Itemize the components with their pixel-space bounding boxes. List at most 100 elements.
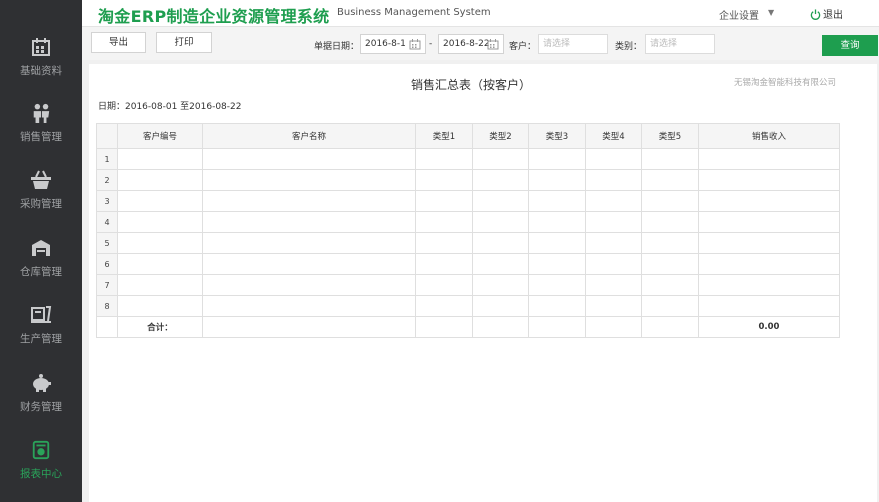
table-cell[interactable]	[641, 190, 699, 212]
table-cell[interactable]	[117, 232, 203, 254]
table-row[interactable]: 2	[96, 169, 840, 191]
company-name: 无锡淘金智能科技有限公司	[734, 78, 837, 88]
sidebar-item-basic-data[interactable]: 基础资料	[0, 37, 82, 97]
table-cell[interactable]	[117, 211, 203, 233]
table-cell[interactable]	[202, 190, 416, 212]
table-cell	[202, 316, 416, 338]
table-cell[interactable]	[472, 274, 529, 296]
sidebar-item-warehouse[interactable]: 仓库管理	[0, 238, 82, 298]
print-button[interactable]: 打印	[156, 32, 212, 53]
table-cell[interactable]	[641, 211, 699, 233]
table-cell[interactable]	[415, 295, 473, 317]
table-cell[interactable]	[117, 190, 203, 212]
table-cell[interactable]	[585, 274, 642, 296]
table-cell[interactable]	[117, 253, 203, 275]
table-cell[interactable]	[415, 274, 473, 296]
chevron-down-icon[interactable]: ▼	[768, 8, 774, 17]
table-cell[interactable]	[415, 169, 473, 191]
table-cell[interactable]	[472, 211, 529, 233]
logout-button[interactable]: 退出	[810, 6, 843, 21]
table-cell[interactable]	[698, 232, 840, 254]
table-cell[interactable]	[641, 253, 699, 275]
table-cell[interactable]	[585, 148, 642, 170]
table-cell[interactable]	[202, 148, 416, 170]
table-cell[interactable]	[528, 190, 586, 212]
sidebar-item-reports[interactable]: 报表中心	[0, 440, 82, 500]
category-select[interactable]: 请选择	[645, 34, 715, 54]
sidebar-item-purchase[interactable]: 采购管理	[0, 170, 82, 230]
column-header-customer-code[interactable]: 客户编号	[117, 123, 203, 149]
enterprise-settings-menu[interactable]: 企业设置	[719, 7, 759, 22]
customer-select[interactable]: 请选择	[538, 34, 608, 54]
table-cell[interactable]	[117, 169, 203, 191]
row-number: 5	[96, 232, 118, 254]
column-header-sales-income[interactable]: 销售收入	[698, 123, 840, 149]
table-cell[interactable]	[528, 232, 586, 254]
table-cell[interactable]	[698, 148, 840, 170]
table-cell[interactable]	[641, 169, 699, 191]
table-cell[interactable]	[117, 148, 203, 170]
table-cell[interactable]	[415, 253, 473, 275]
table-cell[interactable]	[472, 169, 529, 191]
table-cell[interactable]	[202, 211, 416, 233]
table-cell[interactable]	[202, 253, 416, 275]
column-header-type4[interactable]: 类型4	[585, 123, 642, 149]
table-cell[interactable]	[528, 148, 586, 170]
column-header-type2[interactable]: 类型2	[472, 123, 529, 149]
table-row[interactable]: 4	[96, 211, 840, 233]
table-cell[interactable]	[472, 190, 529, 212]
table-cell[interactable]	[698, 253, 840, 275]
table-cell[interactable]	[415, 232, 473, 254]
table-cell[interactable]	[528, 253, 586, 275]
table-row[interactable]: 5	[96, 232, 840, 254]
table-row[interactable]: 3	[96, 190, 840, 212]
sidebar-item-production[interactable]: 生产管理	[0, 305, 82, 365]
table-cell[interactable]	[472, 253, 529, 275]
table-cell[interactable]	[641, 148, 699, 170]
table-cell[interactable]	[117, 274, 203, 296]
sidebar-item-sales[interactable]: 销售管理	[0, 103, 82, 163]
table-cell[interactable]	[585, 295, 642, 317]
table-cell[interactable]	[415, 211, 473, 233]
table-cell[interactable]	[472, 295, 529, 317]
table-cell[interactable]	[585, 232, 642, 254]
table-cell[interactable]	[472, 148, 529, 170]
column-header-type3[interactable]: 类型3	[528, 123, 586, 149]
table-cell[interactable]	[528, 211, 586, 233]
table-cell[interactable]	[528, 274, 586, 296]
table-cell[interactable]	[698, 211, 840, 233]
table-cell[interactable]	[698, 295, 840, 317]
table-row[interactable]: 8	[96, 295, 840, 317]
table-cell[interactable]	[641, 295, 699, 317]
table-row[interactable]: 7	[96, 274, 840, 296]
export-button[interactable]: 导出	[91, 32, 146, 53]
table-cell[interactable]	[698, 169, 840, 191]
table-cell[interactable]	[528, 295, 586, 317]
sidebar-item-finance[interactable]: 财务管理	[0, 373, 82, 433]
table-cell[interactable]	[202, 232, 416, 254]
column-header-type1[interactable]: 类型1	[415, 123, 473, 149]
table-row[interactable]: 1	[96, 148, 840, 170]
date-from-input[interactable]: 2016-8-1	[360, 34, 426, 54]
column-header-type5[interactable]: 类型5	[641, 123, 699, 149]
table-cell[interactable]	[202, 295, 416, 317]
date-to-input[interactable]: 2016-8-22	[438, 34, 504, 54]
table-cell[interactable]	[202, 274, 416, 296]
table-cell[interactable]	[415, 190, 473, 212]
table-cell[interactable]	[472, 232, 529, 254]
table-cell[interactable]	[641, 232, 699, 254]
table-cell[interactable]	[585, 190, 642, 212]
table-cell[interactable]	[585, 253, 642, 275]
table-cell[interactable]	[698, 274, 840, 296]
table-cell[interactable]	[117, 295, 203, 317]
table-cell[interactable]	[585, 169, 642, 191]
table-cell[interactable]	[415, 148, 473, 170]
query-button[interactable]: 查询	[822, 35, 878, 56]
table-row[interactable]: 6	[96, 253, 840, 275]
column-header-customer-name[interactable]: 客户名称	[202, 123, 416, 149]
table-cell[interactable]	[528, 169, 586, 191]
table-cell[interactable]	[641, 274, 699, 296]
table-cell[interactable]	[202, 169, 416, 191]
table-cell[interactable]	[698, 190, 840, 212]
table-cell[interactable]	[585, 211, 642, 233]
